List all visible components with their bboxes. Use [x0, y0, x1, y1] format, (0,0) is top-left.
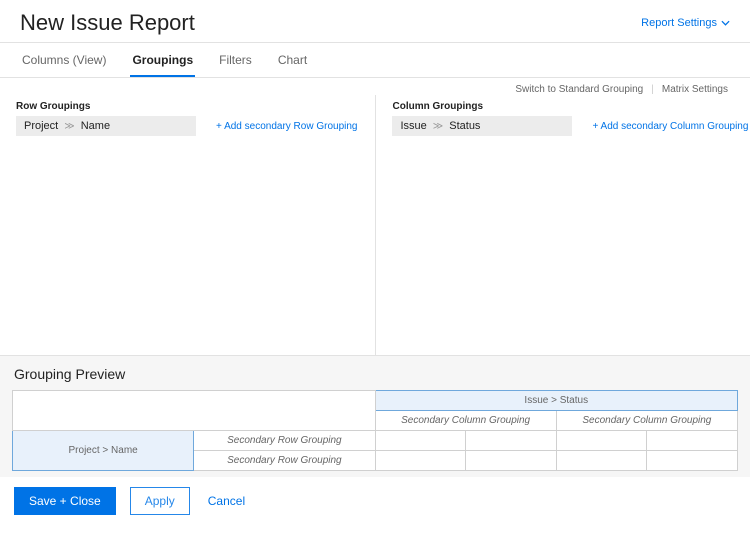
grouping-preview-title: Grouping Preview — [14, 366, 738, 382]
row-grouping-object: Project — [24, 120, 58, 132]
page-title: New Issue Report — [20, 10, 195, 36]
add-secondary-row-grouping-link[interactable]: + Add secondary Row Grouping — [216, 121, 357, 132]
tab-columns[interactable]: Columns (View) — [20, 43, 108, 77]
grouping-preview-table: Issue > Status Secondary Column Grouping… — [12, 390, 738, 471]
preview-row-header: Project > Name — [13, 431, 194, 471]
preview-cell — [375, 451, 466, 471]
preview-cell — [647, 431, 738, 451]
row-groupings-title: Row Groupings — [16, 101, 357, 112]
separator: | — [651, 84, 654, 95]
matrix-settings-link[interactable]: Matrix Settings — [662, 84, 728, 95]
column-grouping-field: Status — [449, 120, 480, 132]
row-groupings-panel: Row Groupings Project ≫ Name + Add secon… — [0, 95, 375, 355]
switch-grouping-link[interactable]: Switch to Standard Grouping — [515, 84, 643, 95]
tab-groupings[interactable]: Groupings — [130, 43, 195, 77]
chevron-right-icon: ≫ — [64, 121, 74, 132]
row-grouping-field: Name — [81, 120, 110, 132]
column-grouping-primary-pill[interactable]: Issue ≫ Status — [392, 116, 572, 136]
preview-cell — [647, 451, 738, 471]
preview-column-header: Issue > Status — [375, 391, 738, 411]
tab-chart[interactable]: Chart — [276, 43, 309, 77]
report-settings-link[interactable]: Report Settings — [641, 17, 730, 29]
tab-filters[interactable]: Filters — [217, 43, 254, 77]
chevron-right-icon: ≫ — [433, 121, 443, 132]
add-secondary-column-grouping-link[interactable]: + Add secondary Column Grouping — [592, 121, 748, 132]
preview-cell — [466, 451, 557, 471]
preview-cell — [466, 431, 557, 451]
preview-cell — [375, 431, 466, 451]
row-grouping-primary-pill[interactable]: Project ≫ Name — [16, 116, 196, 136]
preview-corner-cell — [13, 391, 376, 431]
column-groupings-panel: Column Groupings Issue ≫ Status + Add se… — [375, 95, 750, 355]
report-settings-label: Report Settings — [641, 17, 717, 29]
apply-button[interactable]: Apply — [130, 487, 190, 515]
preview-cell — [556, 451, 647, 471]
preview-secondary-col-1: Secondary Column Grouping — [375, 411, 556, 431]
chevron-down-icon — [721, 20, 730, 26]
tab-bar: Columns (View) Groupings Filters Chart — [0, 43, 750, 78]
preview-cell — [556, 431, 647, 451]
preview-secondary-row-1: Secondary Row Grouping — [194, 431, 375, 451]
column-groupings-title: Column Groupings — [392, 101, 748, 112]
preview-secondary-row-2: Secondary Row Grouping — [194, 451, 375, 471]
save-close-button[interactable]: Save + Close — [14, 487, 116, 515]
preview-secondary-col-2: Secondary Column Grouping — [556, 411, 737, 431]
cancel-button[interactable]: Cancel — [204, 488, 249, 514]
column-grouping-object: Issue — [400, 120, 426, 132]
